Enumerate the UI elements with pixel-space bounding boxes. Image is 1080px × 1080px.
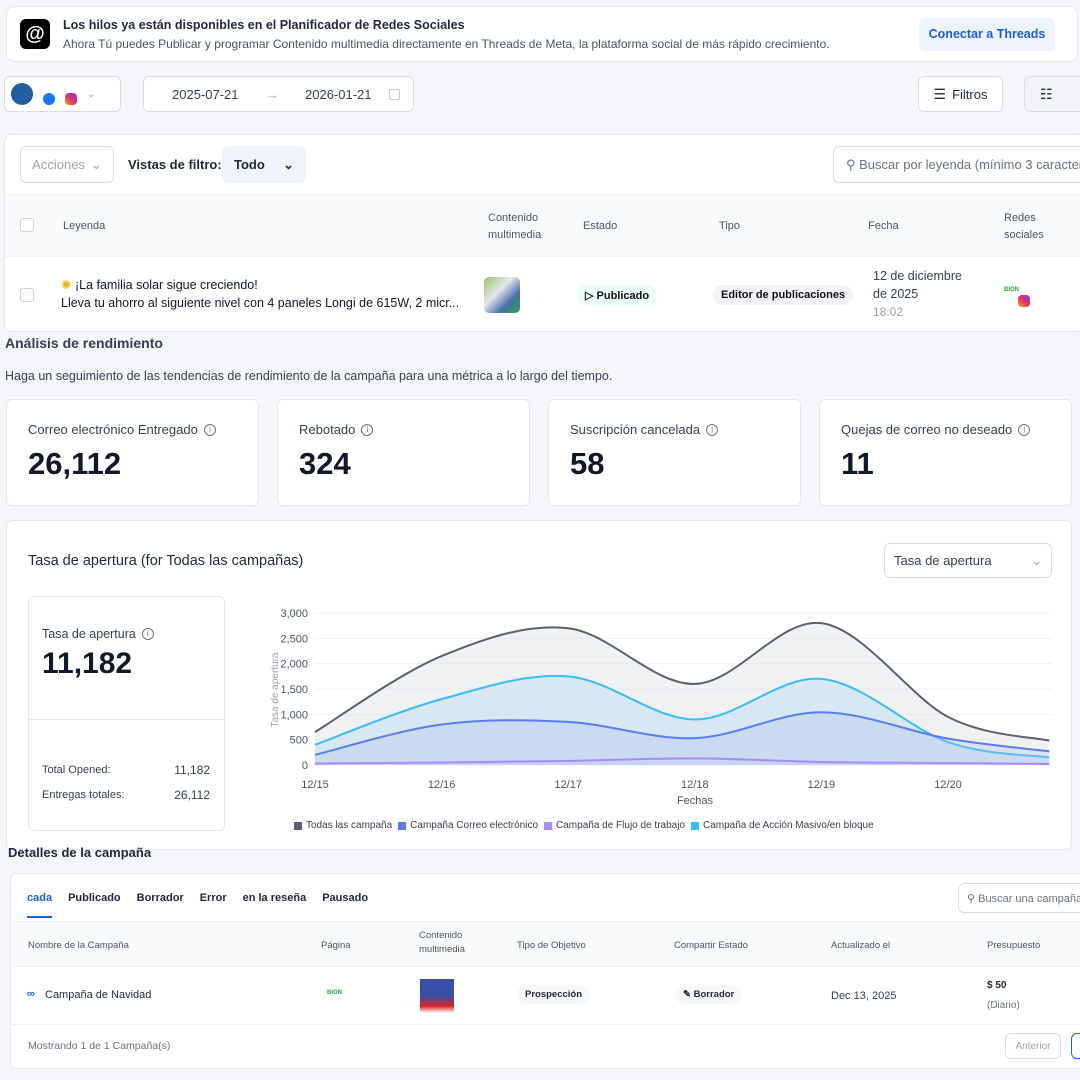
col-page: Página <box>321 940 351 951</box>
x-axis-label: Fechas <box>677 795 714 807</box>
table-row[interactable]: ∞ Campaña de Navidad BION Prospección ✎ … <box>11 967 1080 1025</box>
col-updated: Actualizado el <box>831 940 891 951</box>
chart-legend: Todas las campaña Campaña Correo electrón… <box>294 820 880 833</box>
legend-label: Campaña de Flujo de trabajo <box>556 820 685 831</box>
share-status-badge: ✎ Borrador <box>675 985 743 1004</box>
x-tick-label: 12/19 <box>808 779 836 791</box>
x-tick-label: 12/18 <box>681 779 709 791</box>
budget-period: (Diario) <box>987 1000 1020 1011</box>
col-budget: Presupuesto <box>987 940 1041 951</box>
tab-published[interactable]: Publicado <box>68 892 121 918</box>
search-icon: ⚲ <box>967 893 979 905</box>
x-tick-label: 12/17 <box>554 779 582 791</box>
tab-error[interactable]: Error <box>200 892 227 918</box>
tab-all[interactable]: cada <box>27 892 53 918</box>
y-tick-label: 1,500 <box>280 684 308 696</box>
tab-paused[interactable]: Pausado <box>322 892 368 918</box>
col-media: Contenido multimedia <box>419 930 465 955</box>
x-tick-label: 12/15 <box>301 779 329 791</box>
y-tick-label: 500 <box>290 735 308 747</box>
meta-icon: ∞ <box>27 988 35 1000</box>
pagination-summary: Mostrando 1 de 1 Campaña(s) <box>28 1040 171 1052</box>
legend-label: Todas las campaña <box>306 820 393 831</box>
col-name: Nombre de la Campaña <box>28 940 129 951</box>
search-placeholder: Buscar una campaña <box>978 893 1080 905</box>
legend-item-all[interactable]: Todas las campaña <box>294 820 392 831</box>
legend-swatch <box>398 821 407 830</box>
legend-item-bulk[interactable]: Campaña de Acción Masivo/en bloque <box>691 820 874 831</box>
campaign-table-header: Nombre de la Campaña Página Contenido mu… <box>11 921 1080 967</box>
updated-date: Dec 13, 2025 <box>831 990 897 1002</box>
previous-page-button[interactable]: Anterior <box>1005 1033 1061 1059</box>
y-tick-label: 1,000 <box>280 709 308 721</box>
legend-swatch <box>294 821 302 830</box>
open-rate-chart: 0 500 1,000 1,500 2,000 2,500 3,000 12/15 12/16 1… <box>270 608 1052 807</box>
budget-value: $ 50 <box>987 980 1007 991</box>
x-tick-label: 12/16 <box>428 779 456 791</box>
legend-swatch <box>544 821 553 830</box>
share-status-label: Borrador <box>693 989 735 1000</box>
tab-in-review[interactable]: en la reseña <box>243 892 307 918</box>
campaign-tabs: cada Publicado Borrador Error en la rese… <box>27 892 384 918</box>
y-tick-label: 2,000 <box>280 659 308 671</box>
legend-swatch <box>691 821 699 830</box>
legend-item-email[interactable]: Campaña Correo electrónico <box>398 820 538 831</box>
y-tick-label: 0 <box>302 760 308 772</box>
legend-label: Campaña de Acción Masivo/en bloque <box>703 820 874 831</box>
legend-item-workflow[interactable]: Campaña de Flujo de trabajo <box>544 820 685 831</box>
objective-badge: Prospección <box>517 985 591 1004</box>
campaign-name[interactable]: Campaña de Navidad <box>45 989 151 1001</box>
x-tick-label: 12/20 <box>934 779 962 791</box>
campaign-media-thumbnail[interactable] <box>420 979 454 1013</box>
y-tick-label: 3,000 <box>280 608 308 620</box>
y-tick-label: 2,500 <box>280 633 308 645</box>
tab-draft[interactable]: Borrador <box>137 892 184 918</box>
campaigns-title: Detalles de la campaña <box>8 845 152 860</box>
y-axis-label: Tasa de apertura <box>270 652 281 727</box>
legend-label: Campaña Correo electrónico <box>410 820 539 831</box>
next-page-button[interactable] <box>1071 1033 1080 1059</box>
col-objective: Tipo de Objetivo <box>517 940 586 951</box>
edit-icon: ✎ <box>683 989 691 1000</box>
campaigns-panel: cada Publicado Borrador Error en la rese… <box>10 873 1080 1069</box>
page-logo: BION <box>327 990 342 996</box>
col-share-status: Compartir Estado <box>674 940 748 951</box>
campaign-search-input[interactable]: ⚲ Buscar una campaña <box>958 883 1080 913</box>
